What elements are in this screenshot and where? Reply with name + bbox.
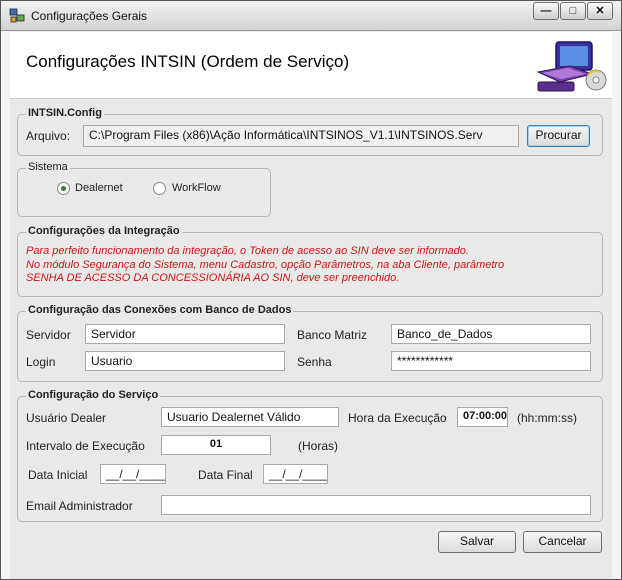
usuario-dealer-label: Usuário Dealer xyxy=(26,411,107,425)
data-final-label: Data Final xyxy=(198,468,253,482)
app-icon xyxy=(9,8,25,23)
close-icon: ✕ xyxy=(595,5,605,17)
minimize-button[interactable]: — xyxy=(533,2,559,20)
integracao-warning-line-2: No módulo Segurança do Sistema, menu Cad… xyxy=(26,259,505,271)
window-title: Configurações Gerais xyxy=(31,9,148,23)
data-inicial-label: Data Inicial xyxy=(28,468,88,482)
procurar-button[interactable]: Procurar xyxy=(527,125,590,147)
intervalo-field[interactable]: 01 xyxy=(161,435,271,455)
close-button[interactable]: ✕ xyxy=(587,2,613,20)
hora-execucao-field[interactable]: 07:00:00 xyxy=(457,407,508,427)
login-label: Login xyxy=(26,355,56,369)
integracao-warning-line-3: SENHA DE ACESSO DA CONCESSIONÁRIA AO SIN… xyxy=(26,272,400,284)
page-title: Configurações INTSIN (Ordem de Serviço) xyxy=(26,52,350,71)
senha-field[interactable]: ************ xyxy=(391,351,591,371)
intervalo-unit: (Horas) xyxy=(298,439,339,453)
maximize-button[interactable]: □ xyxy=(560,2,586,20)
radio-workflow[interactable] xyxy=(153,182,166,195)
arquivo-field[interactable]: C:\Program Files (x86)\Ação Informática\… xyxy=(83,125,519,147)
window-controls: — □ ✕ xyxy=(532,2,613,20)
title-bar[interactable]: Configurações Gerais — □ ✕ xyxy=(1,1,621,31)
data-final-field[interactable]: __/__/____ xyxy=(263,464,328,484)
servidor-label: Servidor xyxy=(26,328,71,342)
radio-dealernet-label[interactable]: Dealernet xyxy=(75,182,123,194)
header-panel: Configurações INTSIN (Ordem de Serviço) xyxy=(10,32,612,99)
senha-label: Senha xyxy=(297,355,332,369)
configuracoes-gerais-window: Configurações Gerais — □ ✕ Configurações… xyxy=(0,0,622,580)
hora-execucao-label: Hora da Execução xyxy=(348,411,447,425)
banco-matriz-field[interactable]: Banco_de_Dados xyxy=(391,324,591,344)
integracao-label: Configurações da Integração xyxy=(26,225,182,237)
left-frame xyxy=(1,31,10,579)
minimize-icon: — xyxy=(540,5,552,17)
sistema-label: Sistema xyxy=(26,161,70,173)
usuario-dealer-field[interactable]: Usuario Dealernet Válido xyxy=(161,407,339,427)
salvar-button[interactable]: Salvar xyxy=(438,531,516,553)
right-frame xyxy=(612,31,621,579)
conexoes-group: Configuração das Conexões com Banco de D… xyxy=(17,304,603,382)
email-admin-field[interactable] xyxy=(161,495,591,515)
integracao-warning-line-1: Para perfeito funcionamento da integraçã… xyxy=(26,245,469,257)
intsin-config-label: INTSIN.Config xyxy=(26,107,104,119)
servico-label: Configuração do Serviço xyxy=(26,389,161,401)
login-field[interactable]: Usuario xyxy=(85,351,285,371)
arquivo-label: Arquivo: xyxy=(26,129,71,143)
data-inicial-field[interactable]: __/__/____ xyxy=(100,464,166,484)
intervalo-label: Intervalo de Execução xyxy=(26,439,145,453)
email-admin-label: Email Administrador xyxy=(26,499,133,513)
sistema-group: Sistema xyxy=(17,161,271,217)
radio-workflow-label[interactable]: WorkFlow xyxy=(172,182,221,194)
radio-dealernet[interactable] xyxy=(57,182,70,195)
hora-format-hint: (hh:mm:ss) xyxy=(517,411,577,425)
maximize-icon: □ xyxy=(569,5,577,17)
computer-icon xyxy=(536,41,607,92)
banco-matriz-label: Banco Matriz xyxy=(297,328,368,342)
cancelar-button[interactable]: Cancelar xyxy=(523,531,602,553)
servidor-field[interactable]: Servidor xyxy=(85,324,285,344)
conexoes-label: Configuração das Conexões com Banco de D… xyxy=(26,304,294,316)
